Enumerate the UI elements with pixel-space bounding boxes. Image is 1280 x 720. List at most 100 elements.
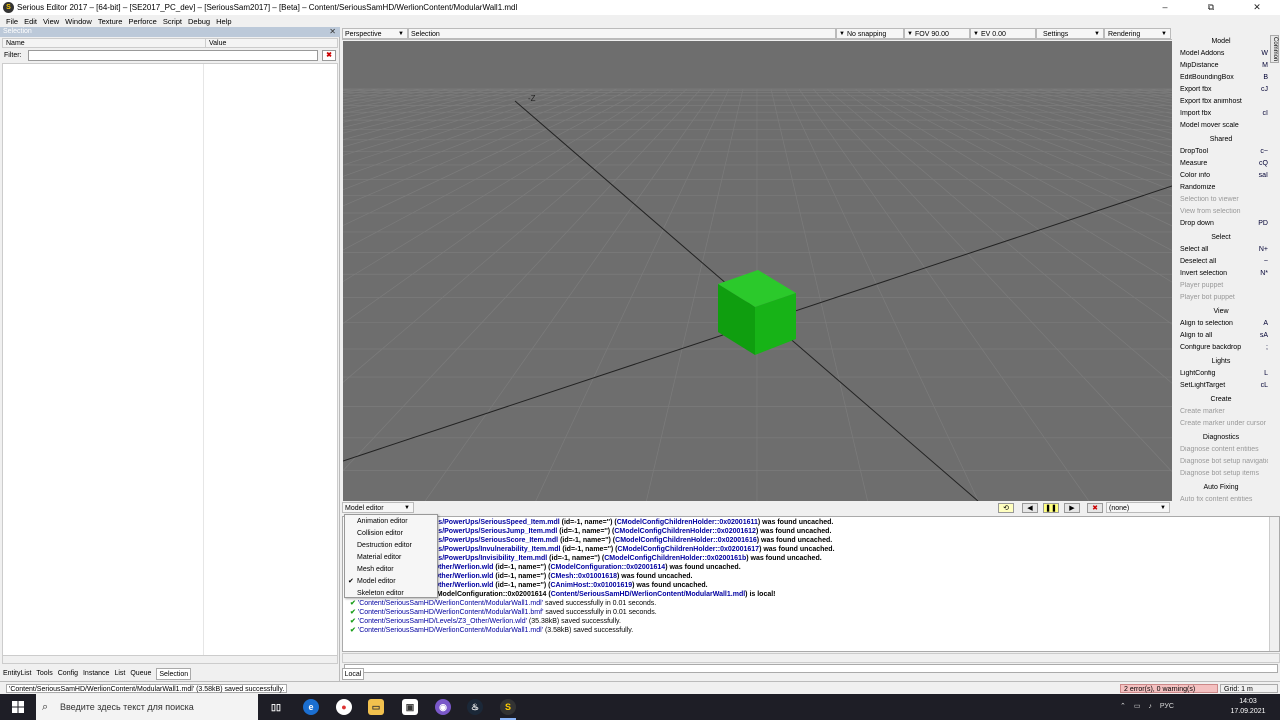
menu-texture[interactable]: Texture <box>98 17 123 26</box>
edge-browser-icon[interactable]: e <box>303 699 319 715</box>
command-input[interactable] <box>344 664 1278 673</box>
view-mode-dropdown[interactable]: Perspective ▼ <box>342 28 408 39</box>
command-label: Diagnose content entities <box>1180 446 1259 453</box>
column-name[interactable]: Name <box>6 39 25 48</box>
loop-icon[interactable]: ⟲ <box>998 503 1014 513</box>
ev-dropdown[interactable]: ▼ EV 0.00 <box>970 28 1036 39</box>
menu-help[interactable]: Help <box>216 17 231 26</box>
minimize-button[interactable]: – <box>1142 0 1188 15</box>
taskbar-clock[interactable]: 14:03 17.09.2021 <box>1228 697 1268 717</box>
menu-item-model-editor[interactable]: ✔ Model editor <box>345 576 437 588</box>
stop-icon[interactable]: ✖ <box>1087 503 1103 513</box>
property-list[interactable] <box>2 63 338 660</box>
command-drop-down[interactable]: Drop down PD <box>1180 220 1268 227</box>
task-view-icon[interactable]: ▯▯ <box>268 699 284 715</box>
steam-icon[interactable]: ♨ <box>467 699 483 715</box>
log-vertical-scrollbar[interactable] <box>1269 517 1279 651</box>
menu-script[interactable]: Script <box>163 17 182 26</box>
menu-edit[interactable]: Edit <box>24 17 37 26</box>
menu-item-skeleton-editor[interactable]: Skeleton editor <box>345 588 437 600</box>
menu-perforce[interactable]: Perforce <box>128 17 156 26</box>
filter-input[interactable] <box>28 50 318 61</box>
tab-queue[interactable]: Queue <box>130 668 151 680</box>
network-icon[interactable]: ▭ <box>1134 703 1141 710</box>
menu-debug[interactable]: Debug <box>188 17 210 26</box>
editor-select-value: Model editor <box>345 505 384 512</box>
command-model-addons[interactable]: Model Addons W <box>1180 50 1268 57</box>
menu-item-mesh-editor[interactable]: Mesh editor <box>345 564 437 576</box>
command-mipdistance[interactable]: MipDistance M <box>1180 62 1268 69</box>
property-list-horizontal-scrollbar[interactable] <box>2 655 338 664</box>
command-measure[interactable]: Measure cQ <box>1180 160 1268 167</box>
output-log[interactable]: eriousSamHD/Models/Items/PowerUps/Seriou… <box>342 516 1280 652</box>
file-explorer-icon[interactable]: ▭ <box>368 699 384 715</box>
tab-instance[interactable]: Instance <box>83 668 109 680</box>
store-icon[interactable]: ▣ <box>402 699 418 715</box>
command-export-fbx[interactable]: Export fbx cJ <box>1180 86 1268 93</box>
animation-dropdown[interactable]: (none) ▼ <box>1106 502 1170 513</box>
language-indicator[interactable]: РУС <box>1160 703 1174 710</box>
log-path[interactable]: 'Content/SeriousSamHD/Levels/Z3_Other/We… <box>358 618 527 625</box>
close-button[interactable]: ✕ <box>1234 0 1280 15</box>
log-path[interactable]: 'Content/SeriousSamHD/WerlionContent/Mod… <box>358 600 543 607</box>
tool-dropdown[interactable]: Selection <box>408 28 836 39</box>
editor-select-dropdown[interactable]: Model editor ▼ <box>342 502 414 513</box>
tab-list[interactable]: List <box>114 668 125 680</box>
tab-selection[interactable]: Selection <box>156 668 192 680</box>
pause-icon[interactable]: ❚❚ <box>1043 503 1059 513</box>
log-middle: (id=-1, name='') ( <box>559 519 617 526</box>
speaker-icon[interactable]: ♪ <box>1148 703 1152 710</box>
3d-viewport[interactable]: -Z <box>343 41 1172 501</box>
tab-local[interactable]: Local <box>342 668 364 680</box>
maximize-button[interactable]: ⧉ <box>1188 0 1234 15</box>
command-configure-backdrop[interactable]: Configure backdrop; <box>1180 344 1268 351</box>
menu-item-material-editor[interactable]: Material editor <box>345 552 437 564</box>
log-horizontal-scrollbar[interactable] <box>342 653 1280 663</box>
filter-clear-icon[interactable]: ✖ <box>322 50 336 61</box>
snapping-dropdown[interactable]: ▼ No snapping <box>836 28 904 39</box>
command-label: Export fbx animhost <box>1180 98 1242 105</box>
chrome-browser-icon[interactable]: ● <box>336 699 352 715</box>
discord-icon[interactable]: ◉ <box>435 699 451 715</box>
command-export-fbx-animhost[interactable]: Export fbx animhost <box>1180 98 1268 105</box>
menu-item-destruction-editor[interactable]: Destruction editor <box>345 540 437 552</box>
command-setlighttarget[interactable]: SetLightTarget cL <box>1180 382 1268 389</box>
command-model-mover-scale[interactable]: Model mover scale <box>1180 122 1268 129</box>
log-path[interactable]: 'Content/SeriousSamHD/WerlionContent/Mod… <box>358 609 544 616</box>
menu-window[interactable]: Window <box>65 17 92 26</box>
tab-entitylist[interactable]: EntityList <box>3 668 31 680</box>
serious-editor-taskbar-icon[interactable]: S <box>500 699 516 720</box>
tab-tools[interactable]: Tools <box>36 668 52 680</box>
error-count-badge[interactable]: 2 error(s), 0 warning(s) <box>1120 684 1218 693</box>
command-lightconfig[interactable]: LightConfig L <box>1180 370 1268 377</box>
log-path[interactable]: 'Content/SeriousSamHD/WerlionContent/Mod… <box>358 627 543 634</box>
menu-item-animation-editor[interactable]: Animation editor <box>345 516 437 528</box>
play-icon[interactable]: ▶ <box>1064 503 1080 513</box>
command-import-fbx[interactable]: Import fbx cI <box>1180 110 1268 117</box>
command-deselect-all[interactable]: Deselect all ~ <box>1180 258 1268 265</box>
command-randomize[interactable]: Randomize <box>1180 184 1268 191</box>
command-droptool[interactable]: DropTool c~ <box>1180 148 1268 155</box>
command-color-info[interactable]: Color info saI <box>1180 172 1268 179</box>
log-path[interactable]: Content/SeriousSamHD/WerlionContent/Modu… <box>551 591 745 598</box>
command-editboundingbox[interactable]: EditBoundingBox B <box>1180 74 1268 81</box>
tab-common[interactable]: Common <box>1270 35 1279 63</box>
command-align-to-selection[interactable]: Align to selection A <box>1180 320 1268 327</box>
settings-dropdown[interactable]: Settings ▼ <box>1036 28 1104 39</box>
rendering-dropdown[interactable]: Rendering ▼ <box>1104 28 1171 39</box>
column-value[interactable]: Value <box>205 39 226 48</box>
menu-item-collision-editor[interactable]: Collision editor <box>345 528 437 540</box>
menu-view[interactable]: View <box>43 17 59 26</box>
command-align-to-all[interactable]: Align to all sA <box>1180 332 1268 339</box>
chevron-up-icon[interactable]: ⌃ <box>1120 703 1126 710</box>
green-cube-model[interactable] <box>718 270 796 355</box>
taskbar-search-box[interactable]: ⌕ Введите здесь текст для поиска <box>36 694 258 720</box>
panel-close-icon[interactable]: ✕ <box>329 27 336 37</box>
command-select-all[interactable]: Select all N+ <box>1180 246 1268 253</box>
command-invert-selection[interactable]: Invert selection N* <box>1180 270 1268 277</box>
step-back-icon[interactable]: ◀ <box>1022 503 1038 513</box>
windows-start-icon[interactable] <box>12 701 24 713</box>
menu-file[interactable]: File <box>6 17 18 26</box>
tab-config[interactable]: Config <box>58 668 78 680</box>
fov-dropdown[interactable]: ▼ FOV 90.00 <box>904 28 970 39</box>
